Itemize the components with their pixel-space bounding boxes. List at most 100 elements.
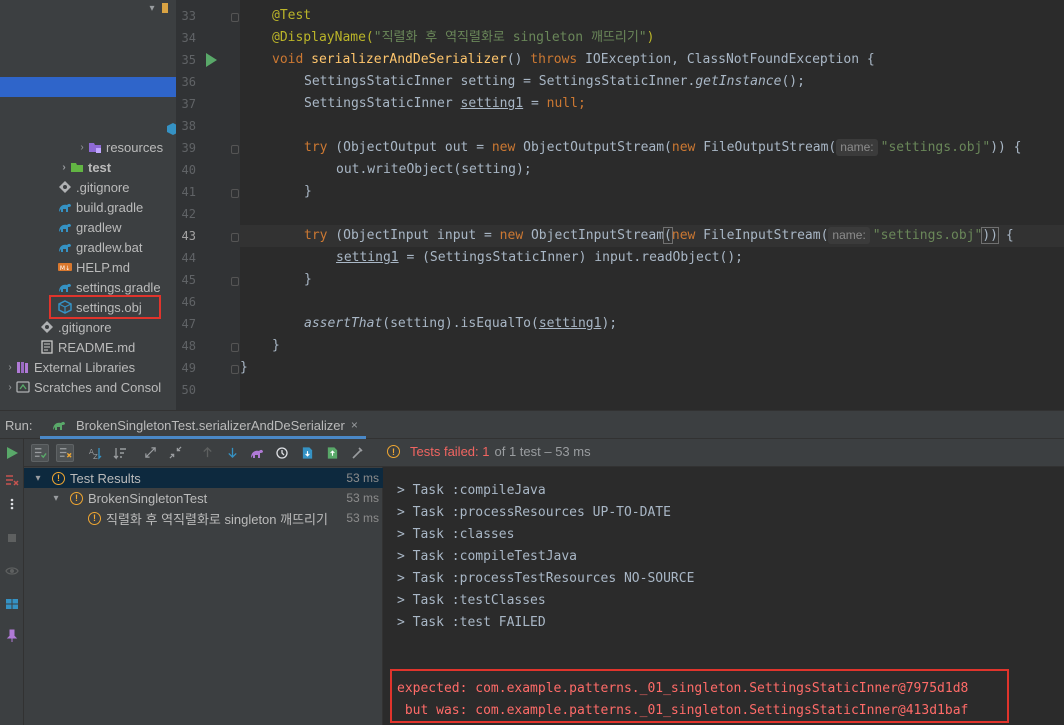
export-tests-icon[interactable] — [323, 444, 341, 462]
show-passed-toggle-icon[interactable] — [31, 443, 49, 462]
line-number: 35 — [181, 53, 196, 67]
line-number: 47 — [181, 317, 196, 331]
tests-failed-count: Tests failed: 1 — [410, 444, 490, 459]
rerun-failed-icon[interactable] — [5, 473, 19, 487]
tests-total-duration: of 1 test – 53 ms — [494, 444, 591, 459]
sort-alphabetically-icon[interactable]: AZ — [86, 444, 104, 462]
fold-marker-icon[interactable] — [231, 13, 239, 22]
tree-item-gradlew-bat[interactable]: gradlew.bat — [0, 237, 176, 257]
code-line-45: } — [304, 272, 312, 287]
rerun-icon[interactable] — [5, 446, 19, 460]
fold-marker-icon[interactable] — [231, 277, 239, 286]
fold-marker-icon[interactable] — [231, 189, 239, 198]
scratches-icon — [16, 380, 30, 394]
test-node-duration: 53 ms — [346, 511, 379, 525]
chevron-down-icon: ▾ — [149, 2, 155, 14]
test-history-icon[interactable] — [273, 444, 291, 462]
tree-selected-row[interactable] — [0, 77, 176, 97]
console-line: > Task :testClasses — [397, 593, 546, 608]
import-tests-icon[interactable] — [298, 444, 316, 462]
close-tab-icon[interactable]: × — [351, 418, 358, 436]
stop-icon[interactable] — [5, 531, 19, 545]
console-output[interactable]: > Task :compileJava > Task :processResou… — [383, 467, 1064, 725]
tree-item-settings-gradle[interactable]: settings.gradle — [0, 277, 176, 297]
tree-item-gradlew[interactable]: gradlew — [0, 217, 176, 237]
warning-icon: ! — [387, 445, 400, 458]
code-area[interactable]: @Test @DisplayName("직렬화 후 역직렬화로 singleto… — [240, 0, 1064, 410]
chevron-right-icon: › — [62, 161, 66, 173]
line-number: 33 — [181, 9, 196, 23]
editor-gutter[interactable]: 33 34 35 36 37 38 39 40 41 42 43 44 45 4… — [176, 0, 240, 410]
eye-icon[interactable] — [5, 564, 19, 578]
run-tab[interactable]: BrokenSingletonTest.serializerAndDeSeria… — [40, 411, 366, 439]
chevron-down-icon: ▾ — [53, 492, 59, 504]
tree-item-readme-md[interactable]: README.md — [0, 337, 176, 357]
test-class-node[interactable]: ▾ ! BrokenSingletonTest 53 ms — [24, 488, 383, 508]
fold-marker-icon[interactable] — [231, 365, 239, 374]
line-number: 42 — [181, 207, 196, 221]
tree-item-gitignore[interactable]: .gitignore — [0, 177, 176, 197]
code-line-37: SettingsStaticInner setting1 = null; — [304, 96, 586, 111]
tree-item-label: gradlew.bat — [76, 239, 143, 255]
console-line: > Task :classes — [397, 527, 515, 542]
fold-marker-icon[interactable] — [231, 343, 239, 352]
tree-item-test[interactable]: › test — [0, 157, 176, 177]
sort-by-duration-icon[interactable] — [111, 444, 129, 462]
tree-item-label: test — [88, 159, 112, 175]
tree-partial-row-2 — [166, 118, 176, 138]
chevron-right-icon: › — [8, 381, 12, 393]
code-editor[interactable]: 33 34 35 36 37 38 39 40 41 42 43 44 45 4… — [176, 0, 1064, 410]
tree-item-label: settings.gradle — [76, 279, 161, 295]
tree-item-build-gradle[interactable]: build.gradle — [0, 197, 176, 217]
code-line-36: SettingsStaticInner setting = SettingsSt… — [304, 74, 805, 89]
test-node-label: BrokenSingletonTest — [88, 490, 208, 506]
folder-icon — [70, 160, 84, 174]
tree-item-scratches[interactable]: › Scratches and Consol — [0, 377, 176, 397]
code-line-33: @Test — [272, 8, 312, 23]
test-runner-toolbar: AZ ! Tests failed: 1 of 1 test – 53 ms — [24, 439, 1064, 467]
parameter-hint: name: — [828, 227, 870, 244]
gitignore-icon — [40, 320, 54, 334]
library-icon — [16, 360, 30, 374]
more-options-icon[interactable] — [5, 497, 19, 511]
line-number: 44 — [181, 251, 196, 265]
fold-marker-icon[interactable] — [231, 233, 239, 242]
gradle-icon — [58, 240, 72, 254]
tree-item-external-libraries[interactable]: › External Libraries — [0, 357, 176, 377]
gitignore-icon — [58, 180, 72, 194]
rerun-gradle-icon[interactable] — [248, 444, 266, 462]
layout-icon[interactable] — [5, 597, 19, 611]
fold-marker-icon[interactable] — [231, 145, 239, 154]
chevron-down-icon: ▾ — [35, 472, 41, 484]
expand-all-icon[interactable] — [141, 444, 159, 462]
tree-item-resources[interactable]: › resources — [0, 137, 176, 157]
tree-item-gitignore-root[interactable]: .gitignore — [0, 317, 176, 337]
line-number: 43 — [181, 229, 196, 243]
run-test-gutter-icon[interactable] — [206, 53, 217, 67]
tree-item-label: Scratches and Consol — [34, 379, 162, 395]
test-node-label: 직렬화 후 역직렬화로 singleton 깨뜨리기 — [106, 511, 328, 527]
test-settings-icon[interactable] — [348, 444, 366, 462]
line-number: 50 — [181, 383, 196, 397]
code-line-41: } — [304, 184, 312, 199]
show-ignored-toggle-icon[interactable] — [56, 443, 74, 462]
test-method-node[interactable]: ! 직렬화 후 역직렬화로 singleton 깨뜨리기 53 ms — [24, 508, 383, 528]
console-line: > Task :processResources UP-TO-DATE — [397, 505, 671, 520]
collapse-all-icon[interactable] — [166, 444, 184, 462]
tree-partial-row[interactable]: ▾ — [146, 0, 176, 18]
highlight-box-error — [390, 669, 1009, 723]
tree-item-help-md[interactable]: M↓ HELP.md — [0, 257, 176, 277]
tree-item-label: External Libraries — [34, 359, 136, 375]
pin-icon[interactable] — [5, 629, 19, 643]
code-line-35: void serializerAndDeSerializer() throws … — [272, 52, 875, 67]
warning-icon: ! — [52, 471, 65, 485]
line-number: 46 — [181, 295, 196, 309]
console-line: > Task :processTestResources NO-SOURCE — [397, 571, 695, 586]
test-status-summary: ! Tests failed: 1 of 1 test – 53 ms — [387, 444, 591, 459]
test-results-root[interactable]: ▾ ! Test Results 53 ms — [24, 468, 383, 488]
gradle-icon — [58, 200, 72, 214]
previous-failed-test-icon[interactable] — [198, 444, 216, 462]
next-failed-test-icon[interactable] — [223, 444, 241, 462]
warning-icon: ! — [88, 511, 101, 525]
code-line-43-current: try (ObjectInput input = new ObjectInput… — [240, 225, 1064, 247]
